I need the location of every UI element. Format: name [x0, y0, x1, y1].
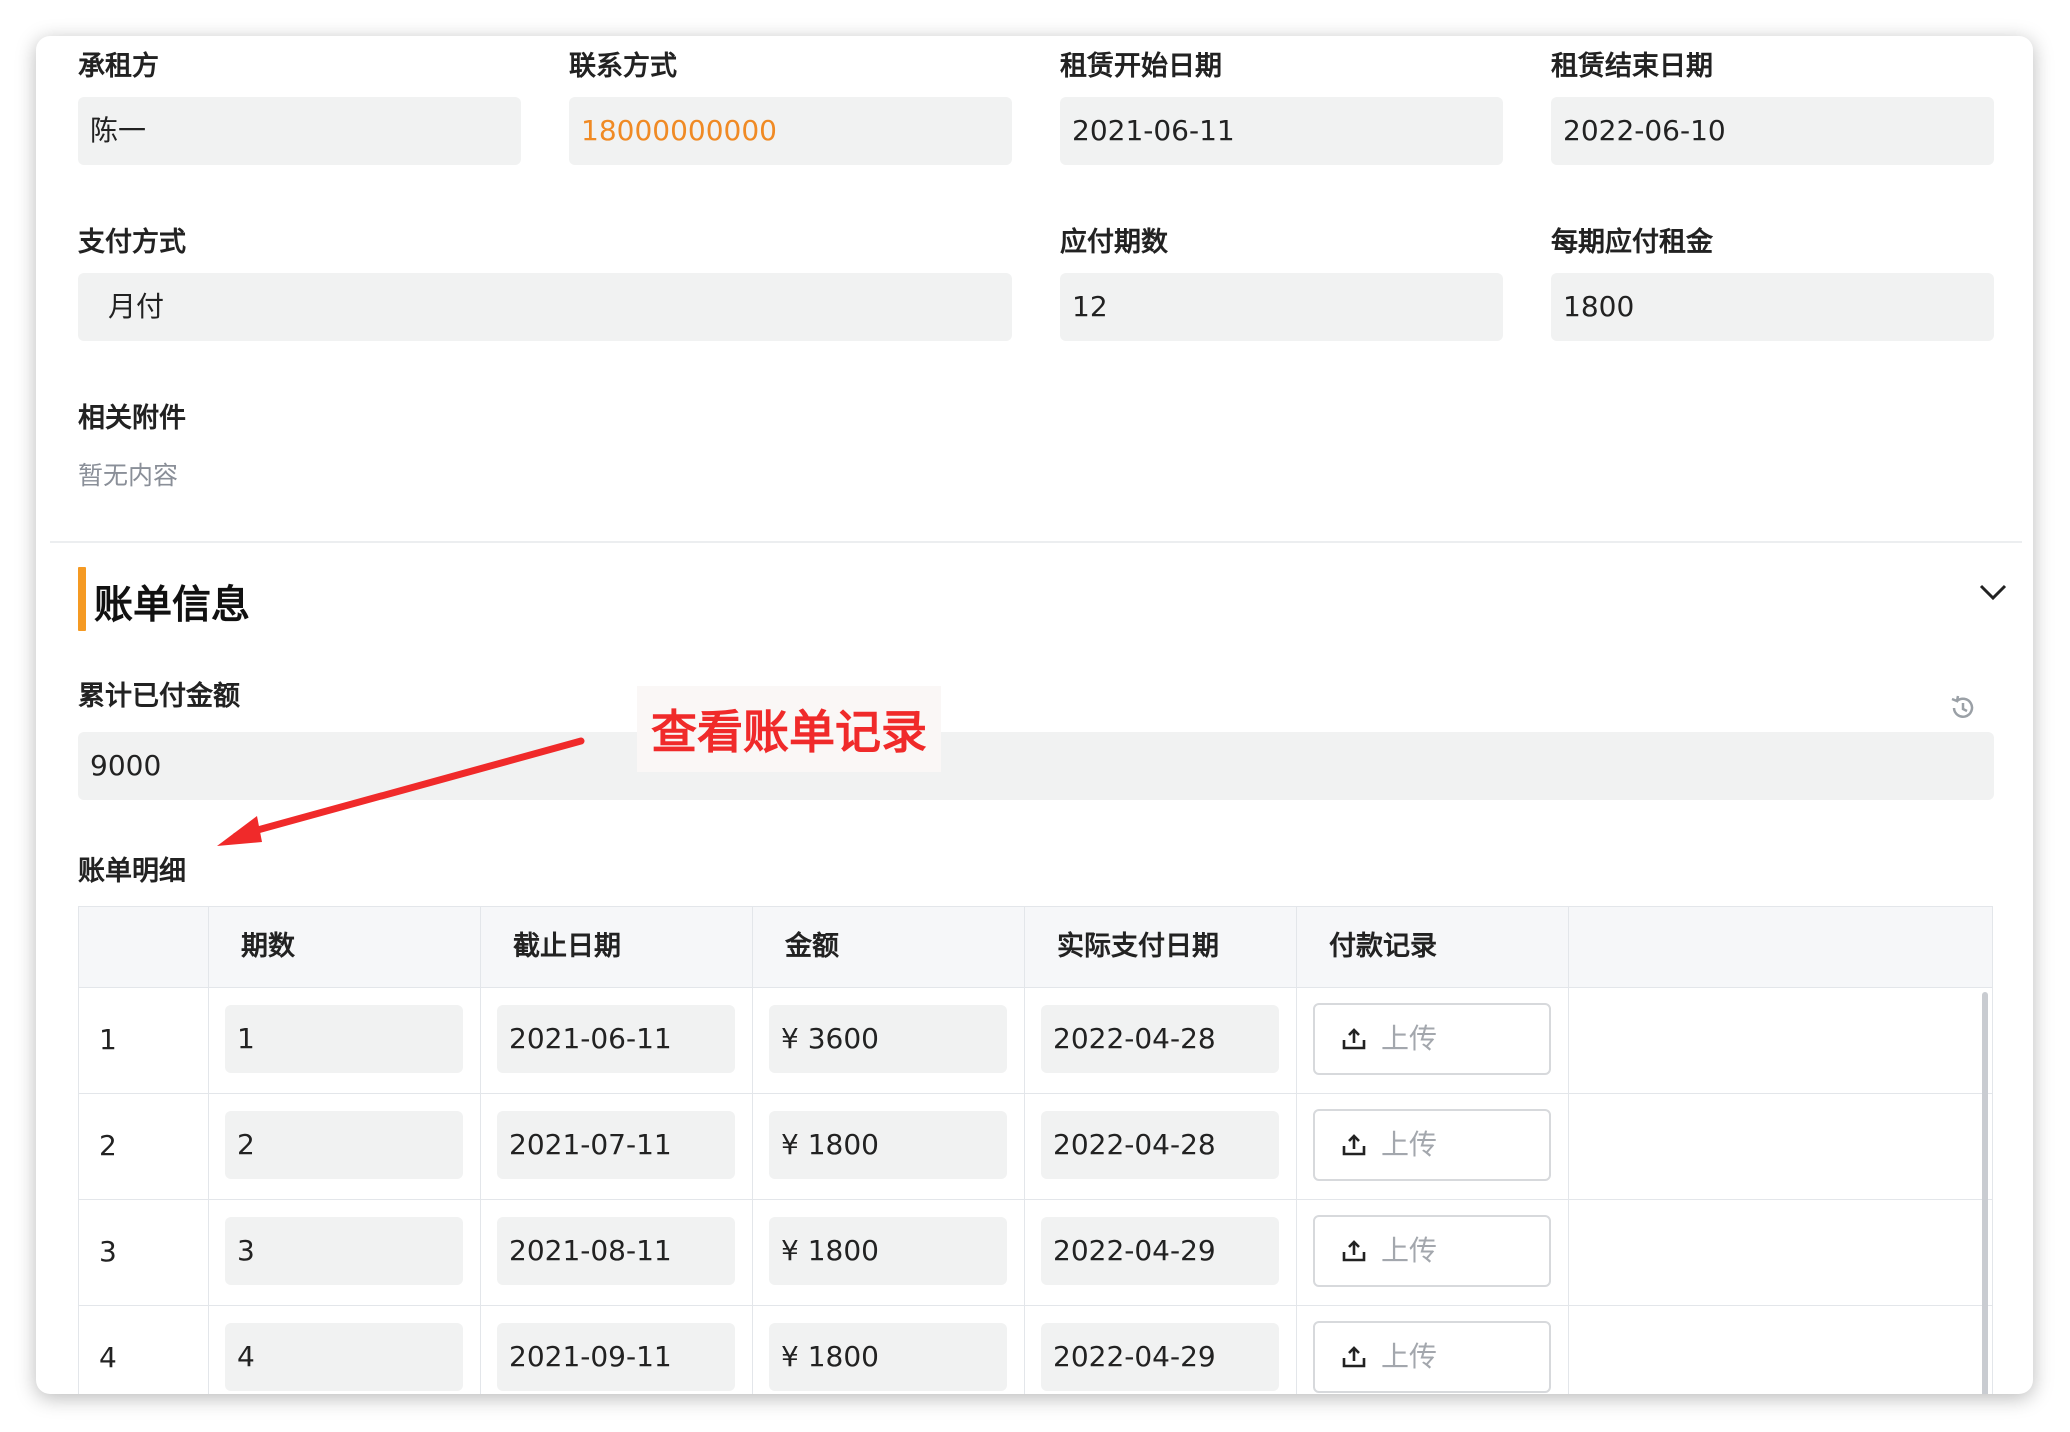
upload-button[interactable]: 上传 [1313, 1215, 1551, 1287]
periods-field[interactable]: 12 [1060, 273, 1503, 341]
due-date-field[interactable]: 2021-07-11 [497, 1111, 735, 1179]
periods-label: 应付期数 [1060, 227, 1168, 258]
due-date-field[interactable]: 2021-09-11 [497, 1323, 735, 1391]
paid-date-field[interactable]: 2022-04-28 [1041, 1005, 1279, 1073]
lease-detail-card: 承租方 陈一 联系方式 18000000000 租赁开始日期 2021-06-1… [36, 36, 2033, 1394]
paid-date-field[interactable]: 2022-04-28 [1041, 1111, 1279, 1179]
table-header-paid-date: 实际支付日期 [1025, 907, 1297, 987]
upload-icon [1342, 1134, 1366, 1156]
row-index: 4 [79, 1305, 209, 1394]
end-date-label: 租赁结束日期 [1551, 51, 1713, 82]
table-header: 期数 截止日期 金额 实际支付日期 付款记录 [79, 907, 1992, 988]
table-row: 3 3 2021-08-11 ¥ 1800 2022-04-29 上传 [79, 1199, 1992, 1306]
period-field[interactable]: 2 [225, 1111, 463, 1179]
amount-field[interactable]: ¥ 3600 [769, 1005, 1007, 1073]
start-date-label: 租赁开始日期 [1060, 51, 1222, 82]
paid-date-field[interactable]: 2022-04-29 [1041, 1323, 1279, 1391]
amount-field[interactable]: ¥ 1800 [769, 1111, 1007, 1179]
table-header-amount: 金额 [753, 907, 1025, 987]
table-header-blank [1569, 907, 1992, 987]
table-scrollbar[interactable] [1982, 992, 1988, 1394]
amount-field[interactable]: ¥ 1800 [769, 1217, 1007, 1285]
payment-method-field[interactable]: 月付 [78, 273, 1012, 341]
upload-button[interactable]: 上传 [1313, 1003, 1551, 1075]
upload-label: 上传 [1381, 1340, 1438, 1373]
table-header-payment-record: 付款记录 [1297, 907, 1569, 987]
table-header-index [79, 907, 209, 987]
row-index: 2 [79, 1093, 209, 1199]
period-field[interactable]: 4 [225, 1323, 463, 1391]
table-header-period: 期数 [209, 907, 481, 987]
period-field[interactable]: 3 [225, 1217, 463, 1285]
tenant-field[interactable]: 陈一 [78, 97, 521, 165]
upload-icon [1342, 1346, 1366, 1368]
end-date-field[interactable]: 2022-06-10 [1551, 97, 1994, 165]
section-accent-bar [78, 567, 86, 631]
row-index: 1 [79, 987, 209, 1093]
total-paid-field[interactable]: 9000 [78, 732, 1994, 800]
period-field[interactable]: 1 [225, 1005, 463, 1073]
upload-button[interactable]: 上传 [1313, 1321, 1551, 1393]
rent-per-period-label: 每期应付租金 [1551, 227, 1713, 258]
table-row: 1 1 2021-06-11 ¥ 3600 2022-04-28 上传 [79, 987, 1992, 1094]
payment-method-label: 支付方式 [78, 227, 186, 258]
contact-field[interactable]: 18000000000 [569, 97, 1012, 165]
bill-detail-table: 期数 截止日期 金额 实际支付日期 付款记录 1 1 2021-06-11 ¥ … [78, 906, 1993, 1394]
bill-detail-label: 账单明细 [78, 856, 186, 887]
billing-section-title: 账单信息 [94, 583, 251, 628]
annotation-label: 查看账单记录 [637, 686, 941, 772]
chevron-down-icon[interactable] [1978, 582, 2008, 602]
table-row: 4 4 2021-09-11 ¥ 1800 2022-04-29 上传 [79, 1305, 1992, 1394]
upload-label: 上传 [1381, 1022, 1438, 1055]
attachments-label: 相关附件 [78, 403, 186, 434]
rent-per-period-field[interactable]: 1800 [1551, 273, 1994, 341]
start-date-field[interactable]: 2021-06-11 [1060, 97, 1503, 165]
upload-icon [1342, 1028, 1366, 1050]
upload-button[interactable]: 上传 [1313, 1109, 1551, 1181]
due-date-field[interactable]: 2021-06-11 [497, 1005, 735, 1073]
total-paid-label: 累计已付金额 [78, 681, 240, 712]
due-date-field[interactable]: 2021-08-11 [497, 1217, 735, 1285]
contact-label: 联系方式 [569, 51, 677, 82]
upload-label: 上传 [1381, 1128, 1438, 1161]
upload-icon [1342, 1240, 1366, 1262]
table-row: 2 2 2021-07-11 ¥ 1800 2022-04-28 上传 [79, 1093, 1992, 1200]
table-header-due-date: 截止日期 [481, 907, 753, 987]
history-icon[interactable] [1948, 693, 1978, 723]
paid-date-field[interactable]: 2022-04-29 [1041, 1217, 1279, 1285]
upload-label: 上传 [1381, 1234, 1438, 1267]
row-index: 3 [79, 1199, 209, 1305]
section-divider [50, 541, 2022, 543]
amount-field[interactable]: ¥ 1800 [769, 1323, 1007, 1391]
attachments-empty-text: 暂无内容 [78, 461, 179, 490]
tenant-label: 承租方 [78, 51, 159, 82]
